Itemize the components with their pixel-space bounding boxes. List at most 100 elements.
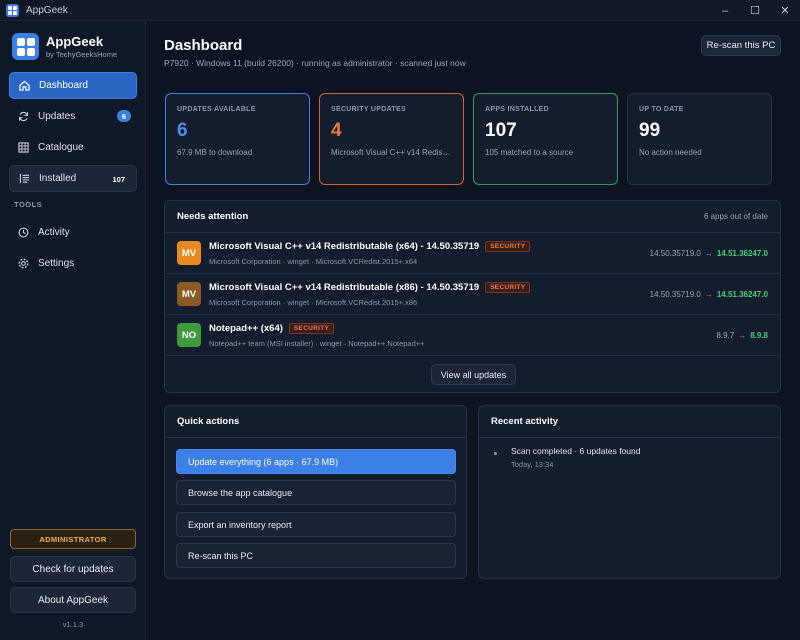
grid-icon: [17, 142, 29, 154]
version-change: 8.9.7 → 8.9.8: [716, 331, 768, 340]
stat-value: 4: [331, 120, 342, 141]
sidebar-item-label: Updates: [38, 111, 76, 122]
current-version: 14.50.35719.0: [649, 289, 701, 299]
arrow-right-icon: →: [704, 289, 713, 299]
update-row[interactable]: MV Microsoft Visual C++ v14 Redistributa…: [165, 233, 780, 274]
window-title: AppGeek: [26, 4, 68, 16]
rescan-button[interactable]: Re-scan this PC: [701, 35, 781, 56]
stat-note: No action needed: [639, 148, 702, 157]
bullet-dot-icon: [494, 452, 497, 455]
view-all-updates-button[interactable]: View all updates: [431, 364, 516, 385]
sidebar-nav: Dashboard Updates 6 Catalogue Installed …: [9, 72, 137, 281]
panel-title: Recent activity: [491, 416, 559, 427]
app-avatar: MV: [177, 241, 201, 265]
sidebar-item-activity[interactable]: Activity: [9, 219, 137, 246]
new-version: 8.9.8: [750, 330, 768, 340]
browse-catalogue-button[interactable]: Browse the app catalogue: [176, 480, 456, 505]
administrator-badge: ADMINISTRATOR: [10, 529, 136, 549]
brand-subtitle: by TechyGeeksHome: [46, 50, 118, 59]
stat-value: 99: [639, 120, 661, 141]
version-change: 14.50.35719.0 → 14.51.36247.0: [650, 249, 768, 258]
clock-icon: [17, 227, 29, 239]
sidebar-item-label: Catalogue: [38, 142, 84, 153]
stat-label: UPDATES AVAILABLE: [177, 106, 256, 113]
new-version: 14.51.36247.0: [716, 248, 768, 258]
app-logo-icon: [12, 33, 39, 60]
tools-section-heading: TOOLS: [14, 200, 43, 209]
stat-apps-installed[interactable]: APPS INSTALLED 107 105 matched to a sour…: [473, 93, 618, 185]
security-badge: SECURITY: [485, 240, 531, 252]
current-version: 8.9.7: [716, 330, 735, 340]
sidebar-item-label: Dashboard: [39, 80, 88, 91]
sidebar-item-label: Installed: [39, 173, 77, 184]
about-button[interactable]: About AppGeek: [10, 587, 136, 613]
minimize-button[interactable]: –: [710, 0, 740, 21]
app-meta: Microsoft Corporation · winget · Microso…: [209, 297, 418, 307]
sidebar-item-updates[interactable]: Updates 6: [9, 103, 137, 130]
security-badge: SECURITY: [485, 281, 531, 293]
maximize-button[interactable]: ☐: [740, 0, 770, 21]
app-name: Notepad++ (x64): [209, 322, 283, 334]
stat-up-to-date[interactable]: UP TO DATE 99 No action needed: [627, 93, 772, 185]
activity-time: Today, 13:34: [511, 460, 554, 469]
page-subtitle: P7920 · Windows 11 (build 26200) · runni…: [164, 58, 466, 68]
quick-actions-panel: Quick actions Update everything (6 apps …: [164, 405, 467, 579]
security-badge: SECURITY: [288, 322, 335, 334]
panel-header: Needs attention 6 apps out of date: [165, 201, 780, 233]
panel-title: Needs attention: [177, 211, 249, 222]
brand-name: AppGeek: [46, 34, 104, 49]
stat-label: SECURITY UPDATES: [331, 106, 406, 113]
sidebar-item-catalogue[interactable]: Catalogue: [9, 134, 137, 161]
app-meta: Notepad++ team (MSI installer) · winget …: [209, 338, 425, 348]
stat-label: UP TO DATE: [639, 106, 684, 113]
needs-attention-panel: Needs attention 6 apps out of date MV Mi…: [164, 200, 781, 393]
app-meta: Microsoft Corporation · winget · Microso…: [209, 256, 418, 266]
sidebar-item-installed[interactable]: Installed 107: [9, 165, 137, 192]
sidebar-item-label: Settings: [38, 258, 75, 269]
close-button[interactable]: ✕: [770, 0, 800, 21]
new-version: 14.51.36247.0: [716, 289, 768, 299]
stat-note: 105 matched to a source: [485, 148, 574, 157]
panel-title: Quick actions: [177, 416, 240, 427]
activity-title: Scan completed · 6 updates found: [511, 446, 641, 456]
page-title: Dashboard: [164, 37, 243, 54]
app-avatar: MV: [177, 282, 201, 306]
stat-note: Microsoft Visual C++ v14 Redistributable: [331, 148, 452, 157]
export-inventory-button[interactable]: Export an inventory report: [176, 512, 456, 537]
app-version: v1.1.3: [62, 620, 84, 629]
check-for-updates-button[interactable]: Check for updates: [10, 556, 136, 582]
sidebar-item-label: Activity: [38, 227, 70, 238]
version-change: 14.50.35719.0 → 14.51.36247.0: [650, 290, 768, 299]
arrow-right-icon: →: [738, 330, 747, 340]
stat-note: 67.9 MB to download: [177, 148, 253, 157]
installed-count-badge: 107: [112, 174, 125, 184]
main-content: Dashboard P7920 · Windows 11 (build 2620…: [147, 21, 800, 640]
stat-security-updates[interactable]: SECURITY UPDATES 4 Microsoft Visual C++ …: [319, 93, 464, 185]
rescan-pc-button[interactable]: Re-scan this PC: [176, 543, 456, 568]
arrow-right-icon: →: [704, 248, 713, 258]
sidebar-item-dashboard[interactable]: Dashboard: [9, 72, 137, 99]
gear-icon: [17, 258, 29, 270]
recent-activity-panel: Recent activity Scan completed · 6 updat…: [478, 405, 781, 579]
stat-value: 107: [485, 120, 517, 141]
stat-value: 6: [177, 120, 188, 141]
home-icon: [18, 80, 30, 92]
panel-header: Quick actions: [165, 406, 466, 438]
current-version: 14.50.35719.0: [649, 248, 701, 258]
app-avatar: NO: [177, 323, 201, 347]
update-row[interactable]: MV Microsoft Visual C++ v14 Redistributa…: [165, 274, 780, 315]
stat-label: APPS INSTALLED: [485, 106, 549, 113]
app-icon: [6, 3, 19, 17]
app-name: Microsoft Visual C++ v14 Redistributable…: [209, 281, 480, 293]
activity-item: Scan completed · 6 updates found Today, …: [492, 446, 640, 469]
stat-updates-available[interactable]: UPDATES AVAILABLE 6 67.9 MB to download: [165, 93, 310, 185]
update-row[interactable]: NO Notepad++ (x64) SECURITY Notepad++ te…: [165, 315, 780, 356]
brand: AppGeek by TechyGeeksHome: [12, 33, 117, 60]
list-icon: [18, 173, 30, 185]
out-of-date-summary: 6 apps out of date: [703, 212, 768, 221]
sidebar-item-settings[interactable]: Settings: [9, 250, 137, 277]
update-everything-button[interactable]: Update everything (6 apps · 67.9 MB): [176, 449, 456, 474]
title-bar: AppGeek – ☐ ✕: [0, 0, 800, 21]
updates-count-badge: 6: [117, 110, 131, 122]
app-name: Microsoft Visual C++ v14 Redistributable…: [209, 240, 480, 252]
